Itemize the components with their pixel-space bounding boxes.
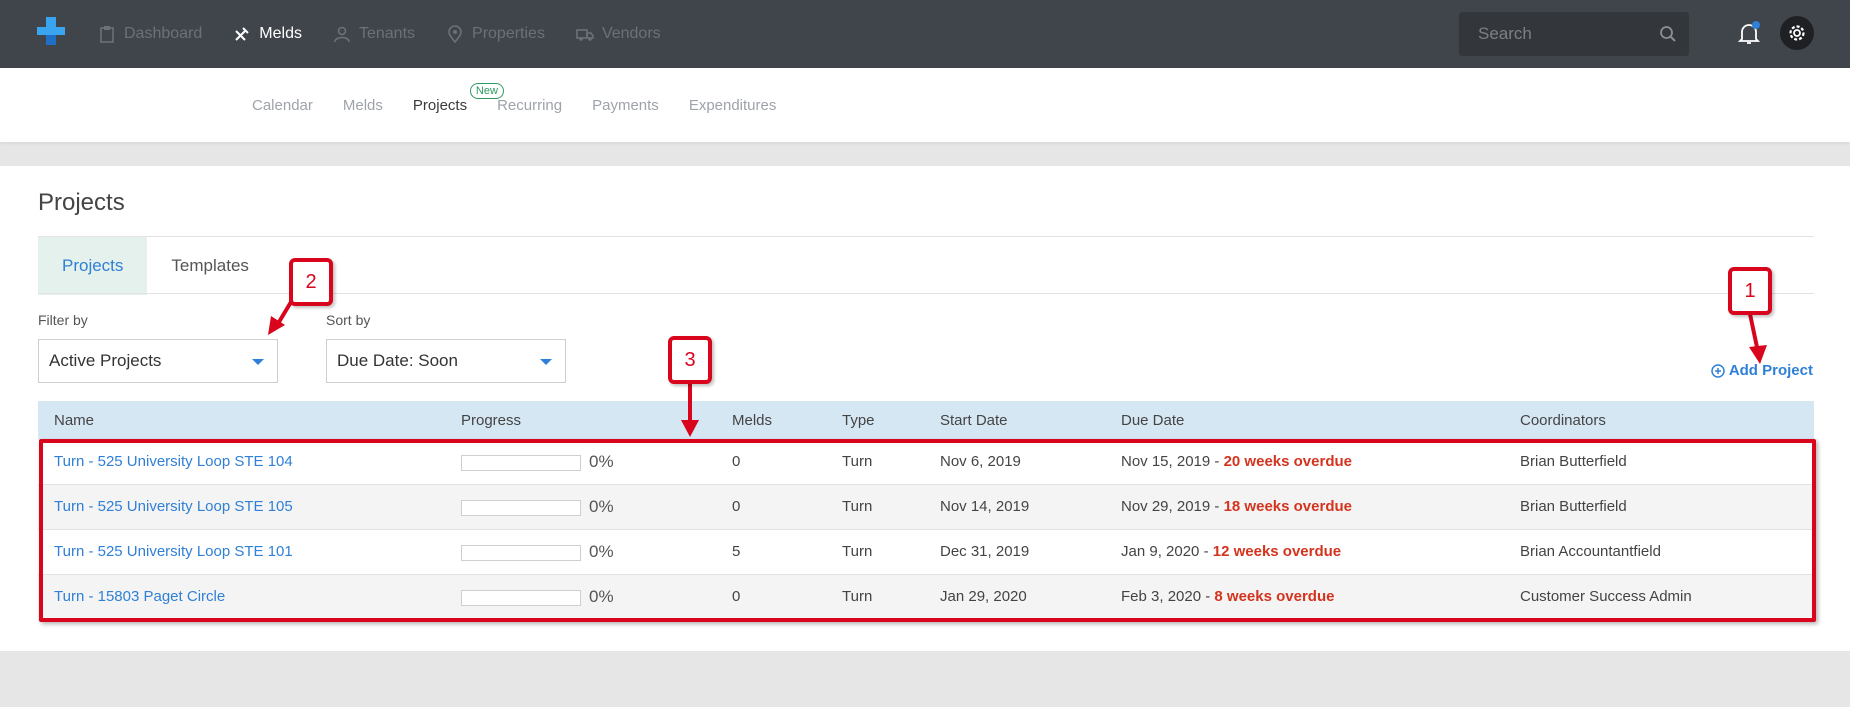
filter-value: Active Projects xyxy=(49,351,162,370)
caret-down-icon xyxy=(540,359,552,365)
nav-item-label: Melds xyxy=(259,25,302,42)
search-icon[interactable] xyxy=(1659,25,1677,43)
nav-item-label: Properties xyxy=(472,25,545,42)
subnav-item-label: Projects xyxy=(412,96,468,114)
nav-item-label: Tenants xyxy=(358,25,416,42)
notification-dot xyxy=(1752,21,1760,29)
truck-icon xyxy=(576,29,594,41)
divider xyxy=(38,236,1814,237)
column-header-due-date[interactable]: Due Date xyxy=(1121,412,1184,429)
nav-item-melds[interactable]: Melds xyxy=(233,25,302,43)
search-box xyxy=(1459,12,1689,56)
map-pin-icon xyxy=(448,25,462,43)
logo-icon[interactable] xyxy=(34,14,68,48)
sort-select[interactable]: Due Date: Soon xyxy=(326,339,566,383)
column-header-coordinators[interactable]: Coordinators xyxy=(1520,412,1606,429)
annotation-highlight-rows xyxy=(39,439,1816,622)
subnav-item-calendar[interactable]: Calendar xyxy=(252,97,313,114)
subnav-item-melds[interactable]: Melds xyxy=(343,97,383,114)
nav-item-label: Dashboard xyxy=(124,25,203,42)
page-title: Projects xyxy=(38,189,125,216)
nav-item-tenants[interactable]: Tenants xyxy=(333,25,415,43)
sort-value: Due Date: Soon xyxy=(337,351,458,370)
notifications-button[interactable] xyxy=(1737,21,1761,45)
clipboard-icon xyxy=(100,26,114,43)
subnav-item-expenditures[interactable]: Expenditures xyxy=(689,97,777,114)
sub-navigation-bar: Calendar Melds Projects New Recurring Pa… xyxy=(0,68,1850,142)
subnav-item-payments[interactable]: Payments xyxy=(592,97,659,114)
add-project-label: Add Project xyxy=(1728,362,1813,379)
nav-item-properties[interactable]: Properties xyxy=(446,25,545,43)
filter-select[interactable]: Active Projects xyxy=(38,339,278,383)
sort-label: Sort by xyxy=(326,312,371,328)
top-nav-menu: Dashboard Melds Tenants Properties Vendo… xyxy=(98,0,692,68)
nav-item-dashboard[interactable]: Dashboard xyxy=(98,25,202,43)
nav-item-label: Vendors xyxy=(601,25,661,42)
gear-icon xyxy=(1789,25,1805,41)
subnav-item-projects[interactable]: Projects New xyxy=(412,82,504,114)
column-header-melds[interactable]: Melds xyxy=(732,412,772,429)
annotation-callout-2: 2 xyxy=(289,258,333,306)
top-navigation-bar: Dashboard Melds Tenants Properties Vendo… xyxy=(0,0,1850,68)
add-project-button[interactable]: Add Project xyxy=(1711,362,1813,379)
plus-circle-icon xyxy=(1711,363,1725,378)
filter-label: Filter by xyxy=(38,312,88,328)
person-icon xyxy=(334,26,350,43)
settings-button[interactable] xyxy=(1780,16,1814,50)
table-header: Name Progress Melds Type Start Date Due … xyxy=(38,401,1814,439)
sub-nav-menu: Calendar Melds Projects New Recurring Pa… xyxy=(252,68,806,142)
column-header-type[interactable]: Type xyxy=(842,412,875,429)
tools-icon xyxy=(235,27,249,41)
column-header-progress[interactable]: Progress xyxy=(461,412,521,429)
search-input[interactable] xyxy=(1459,12,1689,56)
caret-down-icon xyxy=(252,359,264,365)
tab-bar: Projects Templates xyxy=(38,237,273,295)
nav-item-vendors[interactable]: Vendors xyxy=(576,25,661,43)
annotation-callout-3: 3 xyxy=(668,336,712,384)
subnav-item-recurring[interactable]: Recurring xyxy=(497,97,562,114)
column-header-name[interactable]: Name xyxy=(54,412,94,429)
annotation-callout-1: 1 xyxy=(1728,267,1772,315)
tab-projects[interactable]: Projects xyxy=(38,237,148,295)
column-header-start-date[interactable]: Start Date xyxy=(940,412,1008,429)
tab-templates[interactable]: Templates xyxy=(147,237,272,295)
